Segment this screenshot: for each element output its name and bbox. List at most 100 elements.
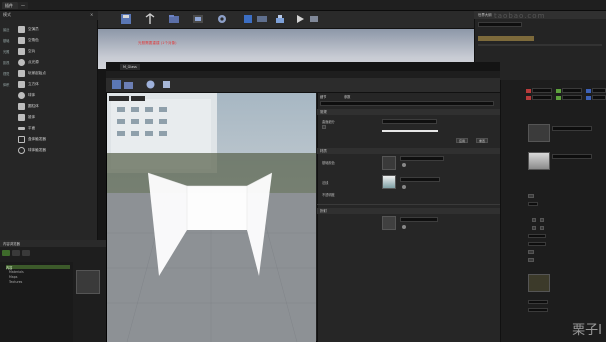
browse-icon[interactable]: [402, 225, 406, 229]
outliner-selected-row[interactable]: [478, 36, 534, 41]
value-field[interactable]: [528, 300, 548, 304]
source-control-icon[interactable]: [144, 13, 156, 25]
rotation-y-field[interactable]: [562, 95, 582, 100]
static-mesh-thumbnail[interactable]: [528, 124, 550, 142]
material-combo[interactable]: [552, 154, 592, 159]
place-item[interactable]: 盒体触发器: [0, 134, 98, 145]
normal-thumbnail[interactable]: [382, 175, 396, 189]
checkbox[interactable]: [540, 226, 544, 230]
content-icon[interactable]: [168, 13, 180, 25]
mat-save-icon[interactable]: [112, 80, 121, 89]
x-axis-swatch: [526, 89, 531, 93]
lightmap-thumbnail[interactable]: [528, 274, 550, 292]
place-item[interactable]: 立方体: [0, 79, 98, 90]
value-field[interactable]: [528, 202, 538, 206]
modes-tab[interactable]: 模式: [3, 12, 11, 18]
browse-icon[interactable]: [402, 185, 406, 189]
build-icon[interactable]: [274, 13, 286, 25]
outliner-search-input[interactable]: [478, 22, 522, 27]
base-color-thumbnail[interactable]: [382, 156, 396, 170]
checkbox[interactable]: [528, 250, 534, 254]
main-tab-2[interactable]: —: [18, 2, 28, 9]
rotation-x-field[interactable]: [532, 95, 552, 100]
details-tab[interactable]: 细节: [320, 94, 326, 99]
place-item-label: 空演员: [28, 27, 39, 31]
place-item[interactable]: 圆柱体: [0, 101, 98, 112]
save-icon[interactable]: [120, 13, 132, 25]
blend-mode-combo[interactable]: [382, 119, 437, 124]
value-field[interactable]: [528, 234, 546, 238]
value-field[interactable]: [528, 242, 546, 246]
details-divider: [317, 204, 500, 205]
place-item-label: 平面: [28, 126, 36, 130]
location-y-field[interactable]: [562, 88, 582, 93]
settings-icon[interactable]: [216, 13, 228, 25]
section-material[interactable]: 材质: [317, 148, 500, 154]
checkbox[interactable]: [532, 218, 536, 222]
section-general[interactable]: 常规: [317, 109, 500, 115]
place-item[interactable]: 锥体: [0, 112, 98, 123]
save-all-button[interactable]: [22, 250, 30, 256]
rotation-z-field[interactable]: [592, 95, 606, 100]
folder-icon[interactable]: [76, 270, 100, 294]
place-item-label: 空角色: [28, 38, 39, 42]
place-item-label: 点光源: [28, 60, 39, 64]
base-color-label: 基础颜色: [322, 161, 335, 165]
place-item[interactable]: 平面: [0, 123, 98, 134]
place-item[interactable]: 球体: [0, 90, 98, 101]
place-item-label: 锥体: [28, 115, 36, 119]
base-color-combo[interactable]: [400, 156, 444, 161]
marketplace-icon[interactable]: [192, 13, 204, 25]
import-button[interactable]: [12, 250, 20, 256]
launch-icon[interactable]: [308, 13, 320, 25]
reset-button[interactable]: 重置: [476, 138, 489, 143]
place-item[interactable]: 点光源: [0, 57, 98, 68]
static-mesh-combo[interactable]: [552, 126, 592, 131]
add-new-button[interactable]: [2, 250, 10, 256]
mat-apply-icon[interactable]: [146, 80, 155, 89]
place-item[interactable]: 空演员: [0, 24, 98, 35]
parameters-tab[interactable]: 参数: [344, 94, 350, 99]
modes-close-icon[interactable]: ×: [90, 12, 93, 18]
normal-combo[interactable]: [400, 177, 440, 182]
place-item-label: 球体: [28, 93, 36, 97]
empty-character-icon: [18, 37, 25, 44]
refraction-thumbnail[interactable]: [382, 216, 396, 230]
checkbox[interactable]: [528, 258, 534, 262]
main-tab[interactable]: 插件: [2, 2, 18, 9]
tree-item-content[interactable]: 内容: [6, 265, 70, 270]
checkbox[interactable]: [528, 194, 534, 198]
point-light-icon: [18, 59, 25, 66]
material-editor-tab[interactable]: M_Glass: [120, 64, 140, 70]
refraction-combo[interactable]: [400, 217, 438, 222]
use-tess-label: 曲面细分: [322, 120, 335, 124]
location-z-field[interactable]: [592, 88, 606, 93]
tree-item[interactable]: Materials: [9, 270, 24, 274]
tree-item[interactable]: Maps: [9, 275, 17, 279]
location-x-field[interactable]: [532, 88, 552, 93]
play-icon[interactable]: [294, 13, 306, 25]
section-refraction[interactable]: 折射: [317, 208, 500, 214]
place-item[interactable]: 玩家起始点: [0, 68, 98, 79]
watermark-logo: 栗子I: [572, 323, 602, 338]
material-preview-viewport[interactable]: [107, 93, 316, 342]
value-field[interactable]: [528, 308, 548, 312]
mat-browse-icon[interactable]: [124, 80, 133, 89]
browse-icon[interactable]: [402, 163, 406, 167]
cube-icon: [18, 81, 25, 88]
material-editor-titlebar: M_Glass: [106, 62, 500, 71]
tree-item[interactable]: Textures: [9, 280, 22, 284]
checkbox[interactable]: [540, 218, 544, 222]
material-thumbnail[interactable]: [528, 152, 550, 170]
use-tess-checkbox[interactable]: [322, 125, 326, 129]
checkbox[interactable]: [532, 226, 536, 230]
progress-slider[interactable]: [382, 130, 438, 132]
cinematics-icon[interactable]: [256, 13, 268, 25]
apply-button[interactable]: 应用: [456, 138, 469, 143]
details-search-input[interactable]: [320, 101, 494, 106]
place-item[interactable]: 空兵: [0, 46, 98, 57]
place-item[interactable]: 空角色: [0, 35, 98, 46]
blueprints-icon[interactable]: [242, 13, 254, 25]
mat-home-icon[interactable]: [162, 80, 171, 89]
place-item[interactable]: 球体触发器: [0, 145, 98, 156]
